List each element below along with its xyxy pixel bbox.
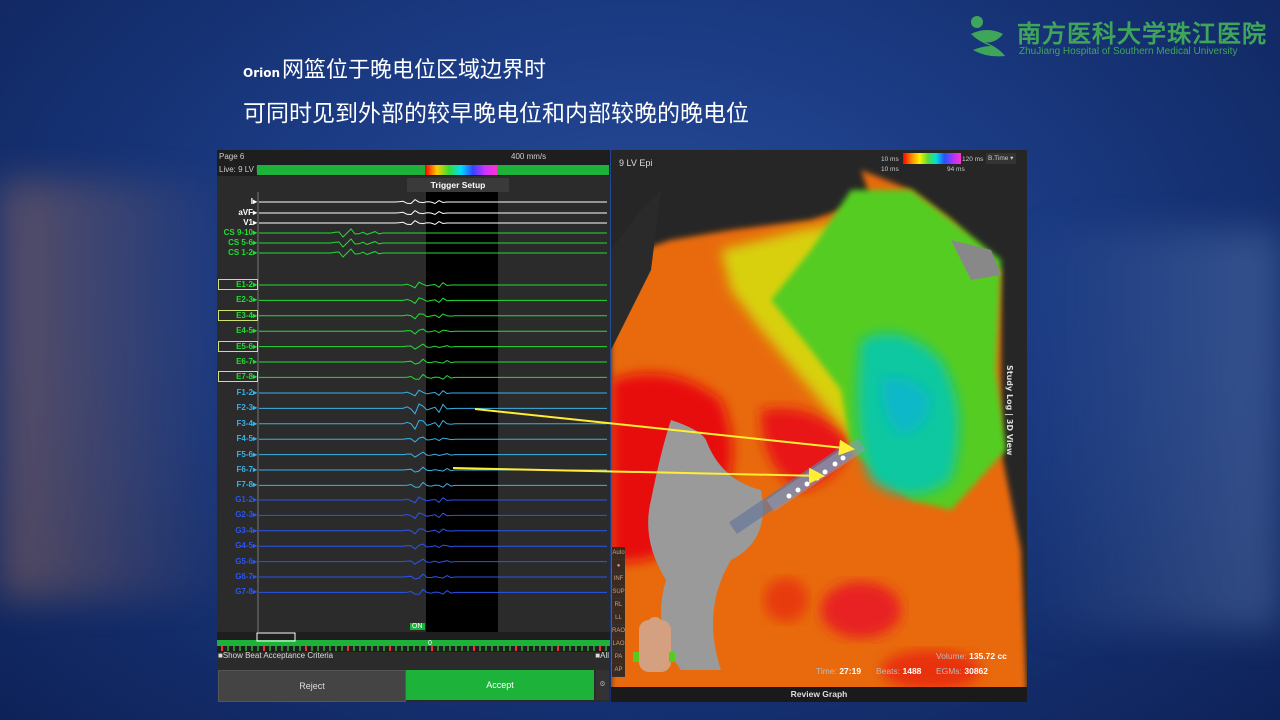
time-stat: Time: 27:19 [816,666,861,676]
channel-label-g3-4[interactable]: G3-4▸ [219,526,257,535]
study-log-3d-view-tab[interactable]: Study Log | 3D View [1005,365,1014,455]
beats-value: 1488 [902,666,922,676]
egms-value: 30862 [964,666,988,676]
slide-title-line-2: 可同时见到外部的较早晚电位和内部较晚的晚电位 [243,101,749,127]
all-checkbox[interactable]: ■All [595,651,609,660]
channel-label-e6-7[interactable]: E6-7▸ [219,357,257,366]
view-tool--[interactable]: ● [612,560,625,573]
zero-marker: 0 [428,640,432,647]
channel-label-g2-3[interactable]: G2-3▸ [219,510,257,519]
channel-label-i[interactable]: I▸ [219,197,257,206]
channel-label-avf[interactable]: aVF▸ [219,208,257,217]
channel-label-g1-2[interactable]: G1-2▸ [219,495,257,504]
beat-window-selector[interactable] [256,632,296,642]
view-tools: Auto ● INF SUP RL LL RAO LAO PA AP [612,547,625,677]
reject-button[interactable]: Reject [218,670,406,702]
orion-label: Orion [243,66,281,80]
view-tool-pa[interactable]: PA [612,651,625,664]
volume-value: 135.72 cc [969,651,1007,661]
channel-label-cs-9-10[interactable]: CS 9-10▸ [219,228,257,237]
channel-label-f7-8[interactable]: F7-8▸ [219,480,257,489]
show-beat-acceptance-label: Show Beat Acceptance Criteria [222,651,334,660]
hospital-logo-icon [971,16,1005,57]
beats-label: Beats: [876,666,901,676]
map-type-value: B.Time [988,155,1009,162]
ep-toolbar: Page 6 400 mm/s [217,150,610,164]
view-tool-inf[interactable]: INF [612,573,625,586]
volume-label: Volume: [936,651,967,661]
view-tool-auto[interactable]: Auto [612,547,625,560]
view-tool-rl[interactable]: RL [612,599,625,612]
trigger-marker[interactable]: ON [410,623,425,630]
channel-label-g4-5[interactable]: G4-5▸ [219,541,257,550]
ep-recording-panel: Page 6 400 mm/s Live: 9 LV Epi Trigger S… [217,150,610,702]
time-value: 27:19 [839,666,862,676]
page-selector[interactable]: Page 6 [219,152,244,161]
channel-label-f3-4[interactable]: F3-4▸ [219,419,257,428]
channel-label-g6-7[interactable]: G6-7▸ [219,572,257,581]
sweep-speed-selector[interactable]: 400 mm/s [511,152,546,161]
view-tool-lao[interactable]: LAO [612,638,625,651]
view-tool-sup[interactable]: SUP [612,586,625,599]
review-graph-tab[interactable]: Review Graph [611,687,1027,702]
options-button[interactable]: ⚙ [596,670,609,700]
trigger-setup-label[interactable]: Trigger Setup [407,178,509,192]
beat-timeline-strip[interactable] [217,632,610,652]
channel-label-cs-5-6[interactable]: CS 5-6▸ [219,238,257,247]
beat-acceptance-row: ■Show Beat Acceptance Criteria ■All [217,650,610,662]
legend-min-top: 10 ms [881,156,899,163]
channel-label-e5-6[interactable]: E5-6▸ [218,340,258,352]
legend-max-top: 120 ms [962,156,984,163]
channel-label-f2-3[interactable]: F2-3▸ [219,403,257,412]
channel-label-f4-5[interactable]: F4-5▸ [219,434,257,443]
channel-label-e4-5[interactable]: E4-5▸ [219,326,257,335]
activation-time-legend[interactable] [903,153,961,164]
channel-label-g7-8[interactable]: G7-8▸ [219,587,257,596]
channel-label-g5-6[interactable]: G5-6▸ [219,557,257,566]
channel-label-e7-8[interactable]: E7-8▸ [218,371,258,383]
accept-button[interactable]: Accept [406,670,594,700]
map-type-dropdown[interactable]: B.Time ▾ [986,153,1016,164]
channel-label-e2-3[interactable]: E2-3▸ [219,295,257,304]
slide-title-line-1: Orion网篮位于晚电位区域边界时 [243,52,546,84]
all-label: All [600,651,609,660]
egms-stat: EGMs: 30862 [936,666,988,676]
title-line-1-text: 网篮位于晚电位区域边界时 [282,58,547,83]
legend-min-bottom: 10 ms [881,166,899,173]
activation-map[interactable] [611,150,1027,702]
logo-english-name: ZhuJiang Hospital of Southern Medical Un… [1019,46,1238,57]
hospital-logo: 南方医科大学珠江医院 ZhuJiang Hospital of Southern… [965,12,1270,62]
egms-label: EGMs: [936,666,962,676]
channel-label-f5-6[interactable]: F5-6▸ [219,450,257,459]
background-glow-right [1020,230,1280,630]
trigger-window [426,192,498,632]
view-tool-ll[interactable]: LL [612,612,625,625]
background-glow-left [0,180,230,600]
beats-stat: Beats: 1488 [876,666,921,676]
channel-label-v1[interactable]: V1▸ [219,218,257,227]
view-tool-rao[interactable]: RAO [612,625,625,638]
channel-label-e3-4[interactable]: E3-4▸ [218,309,258,321]
channel-label-f1-2[interactable]: F1-2▸ [219,388,257,397]
legend-max-bottom: 94 ms [947,166,965,173]
channel-label-e1-2[interactable]: E1-2▸ [218,279,258,290]
channel-label-f6-7[interactable]: F6-7▸ [219,465,257,474]
activation-spectrum [425,165,497,175]
egm-traces [257,192,607,632]
view-tool-ap[interactable]: AP [612,664,625,677]
time-label: Time: [816,666,837,676]
volume-stat: Volume: 135.72 cc [936,651,1007,661]
channel-label-cs-1-2[interactable]: CS 1-2▸ [219,248,257,257]
3d-map-panel: 9 LV Epi 10 ms 120 ms 10 ms 94 ms B.Time… [611,150,1027,702]
map-title: 9 LV Epi [619,158,653,168]
logo-chinese-name: 南方医科大学珠江医院 [1017,19,1267,48]
show-beat-acceptance-checkbox[interactable]: ■Show Beat Acceptance Criteria [218,651,333,660]
